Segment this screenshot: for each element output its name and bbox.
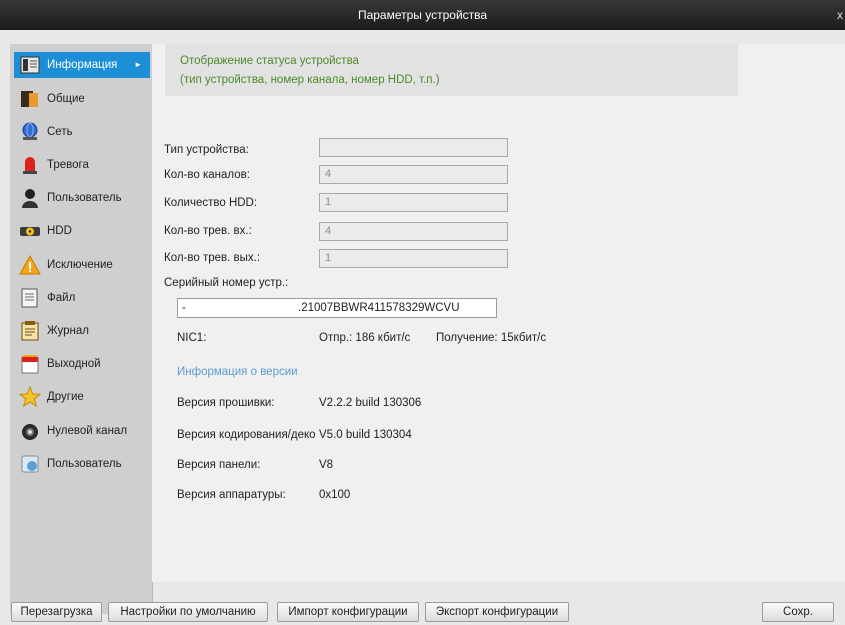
info-book-icon <box>19 54 41 76</box>
alarm-in-label: Кол-во трев. вх.: <box>164 225 252 237</box>
hardware-version-label: Версия аппаратуры: <box>177 489 286 501</box>
sidebar-item-label: Журнал <box>47 325 89 337</box>
sidebar-item-info[interactable]: Информация ► <box>14 52 150 78</box>
hardware-version-value: 0x100 <box>319 489 351 501</box>
sidebar-item-file[interactable]: Файл <box>14 285 150 311</box>
sidebar-item-label: HDD <box>47 225 72 237</box>
sidebar-item-exception[interactable]: Исключение <box>14 252 150 278</box>
status-description-box: Отображение статуса устройства (тип устр… <box>165 44 738 96</box>
default-settings-button[interactable]: Настройки по умолчанию <box>108 602 268 622</box>
sidebar-item-zero-channel[interactable]: Нулевой канал <box>14 418 150 444</box>
hdd-radiation-icon <box>19 220 41 242</box>
user-person-icon <box>19 187 41 209</box>
chevron-right-icon: ► <box>134 60 142 69</box>
sidebar-item-label: Файл <box>47 292 76 304</box>
hdd-count-field[interactable]: 1 <box>319 193 508 212</box>
user-server-icon <box>19 453 41 475</box>
import-config-button[interactable]: Импорт конфигурации <box>277 602 419 622</box>
version-info-header: Информация о версии <box>177 366 298 378</box>
general-folder-icon <box>19 88 41 110</box>
zero-channel-camera-icon <box>19 420 41 442</box>
info-panel: Отображение статуса устройства (тип устр… <box>152 44 845 582</box>
sidebar-item-log[interactable]: Журнал <box>14 318 150 344</box>
device-type-field[interactable] <box>319 138 508 157</box>
panel-version-value: V8 <box>319 459 334 471</box>
nic-receive-rate: Получение: 15кбит/с <box>436 332 547 344</box>
sidebar-item-label: Тревога <box>47 159 89 171</box>
sidebar-item-output[interactable]: Выходной <box>14 351 150 377</box>
other-star-icon <box>18 385 42 408</box>
window-title: Параметры устройства <box>357 8 488 22</box>
sidebar-item-label: Сеть <box>47 126 73 138</box>
nic-label: NIC1: <box>177 332 207 344</box>
status-description-line1: Отображение статуса устройства <box>180 55 359 67</box>
close-icon[interactable]: x <box>837 0 843 30</box>
file-document-icon <box>19 287 41 309</box>
export-config-button[interactable]: Экспорт конфигурации <box>425 602 569 622</box>
alarm-out-field[interactable]: 1 <box>319 249 508 268</box>
sidebar-item-label: Пользователь <box>47 458 122 470</box>
encoding-version-label: Версия кодирования/деко <box>177 429 316 441</box>
title-bar: Параметры устройства x <box>0 0 845 30</box>
encoding-version-value: V5.0 build 130304 <box>319 429 412 441</box>
sidebar-item-alarm[interactable]: Тревога <box>14 152 150 178</box>
firmware-version-label: Версия прошивки: <box>177 397 275 409</box>
panel-version-label: Версия панели: <box>177 459 261 471</box>
serial-number-field[interactable]: - .21007BBWR411578329WCVU <box>177 298 497 318</box>
serial-number-end: .21007BBWR411578329WCVU <box>298 302 460 314</box>
sidebar-item-label: Другие <box>47 391 84 403</box>
sidebar-item-user[interactable]: Пользователь <box>14 185 150 211</box>
sidebar-item-label: Нулевой канал <box>47 425 128 437</box>
sidebar-item-label: Пользователь <box>47 192 122 204</box>
serial-number-label: Серийный номер устр.: <box>164 277 289 289</box>
channels-field[interactable]: 4 <box>319 165 508 184</box>
dialog-body: Информация ► Общие Сеть Тревога Пользова… <box>0 30 845 625</box>
sidebar: Информация ► Общие Сеть Тревога Пользова… <box>10 44 153 614</box>
firmware-version-value: V2.2.2 build 130306 <box>319 397 422 409</box>
sidebar-item-label: Исключение <box>47 259 113 271</box>
alarm-siren-icon <box>19 154 41 176</box>
button-bar: Перезагрузка Настройки по умолчанию Импо… <box>0 596 845 625</box>
sidebar-item-hdd[interactable]: HDD <box>14 218 150 244</box>
warning-triangle-icon <box>19 254 41 276</box>
save-button[interactable]: Сохр. <box>762 602 834 622</box>
nic-send-rate: Отпр.: 186 кбит/с <box>319 332 411 344</box>
sidebar-item-other[interactable]: Другие <box>14 384 150 410</box>
output-calendar-icon <box>19 353 41 375</box>
sidebar-item-user-2[interactable]: Пользователь <box>14 451 150 477</box>
sidebar-item-general[interactable]: Общие <box>14 86 150 112</box>
sidebar-item-label: Информация <box>47 59 118 71</box>
log-notepad-icon <box>19 320 41 342</box>
hdd-count-label: Количество HDD: <box>164 197 258 209</box>
alarm-in-field[interactable]: 4 <box>319 222 508 241</box>
sidebar-item-label: Выходной <box>47 358 101 370</box>
reboot-button[interactable]: Перезагрузка <box>11 602 102 622</box>
channels-label: Кол-во каналов: <box>164 169 250 181</box>
sidebar-item-label: Общие <box>47 93 85 105</box>
alarm-out-label: Кол-во трев. вых.: <box>164 252 261 264</box>
status-description-line2: (тип устройства, номер канала, номер HDD… <box>180 74 440 86</box>
device-type-label: Тип устройства: <box>164 144 249 156</box>
serial-number-start: - <box>182 302 186 314</box>
sidebar-item-network[interactable]: Сеть <box>14 119 150 145</box>
network-globe-icon <box>19 121 41 143</box>
